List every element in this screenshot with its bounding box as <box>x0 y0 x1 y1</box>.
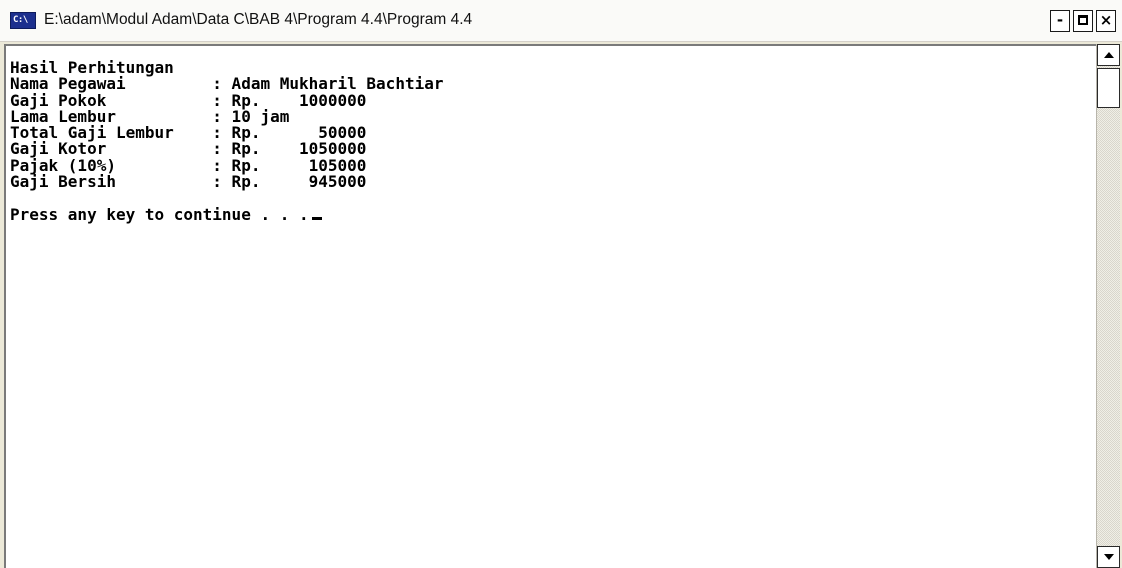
console-text: Hasil Perhitungan Nama Pegawai : Adam Mu… <box>10 59 443 224</box>
console-prompt: Press any key to continue . . . <box>10 204 309 224</box>
vertical-scrollbar[interactable] <box>1096 44 1120 568</box>
scrollbar-thumb[interactable] <box>1097 68 1120 108</box>
console-line: Gaji Bersih : Rp. 945000 <box>10 172 367 192</box>
maximize-icon <box>1078 15 1088 25</box>
text-cursor <box>311 216 322 220</box>
scroll-up-button[interactable] <box>1097 44 1120 66</box>
close-button[interactable]: × <box>1096 10 1116 32</box>
window-title: E:\adam\Modul Adam\Data C\BAB 4\Program … <box>44 11 473 28</box>
scroll-up-arrow-icon <box>1104 52 1114 58</box>
console-prompt-line: Press any key to continue . . . <box>10 204 443 224</box>
console-window: C:\ E:\adam\Modul Adam\Data C\BAB 4\Prog… <box>0 0 1122 568</box>
minimize-button[interactable]: - <box>1050 10 1070 32</box>
maximize-button[interactable] <box>1073 10 1093 32</box>
console-output-area[interactable]: Hasil Perhitungan Nama Pegawai : Adam Mu… <box>4 44 1096 568</box>
title-bar[interactable]: C:\ E:\adam\Modul Adam\Data C\BAB 4\Prog… <box>0 0 1122 42</box>
scroll-down-arrow-icon <box>1104 554 1114 560</box>
scroll-down-button[interactable] <box>1097 546 1120 568</box>
console-icon[interactable]: C:\ <box>10 12 36 29</box>
